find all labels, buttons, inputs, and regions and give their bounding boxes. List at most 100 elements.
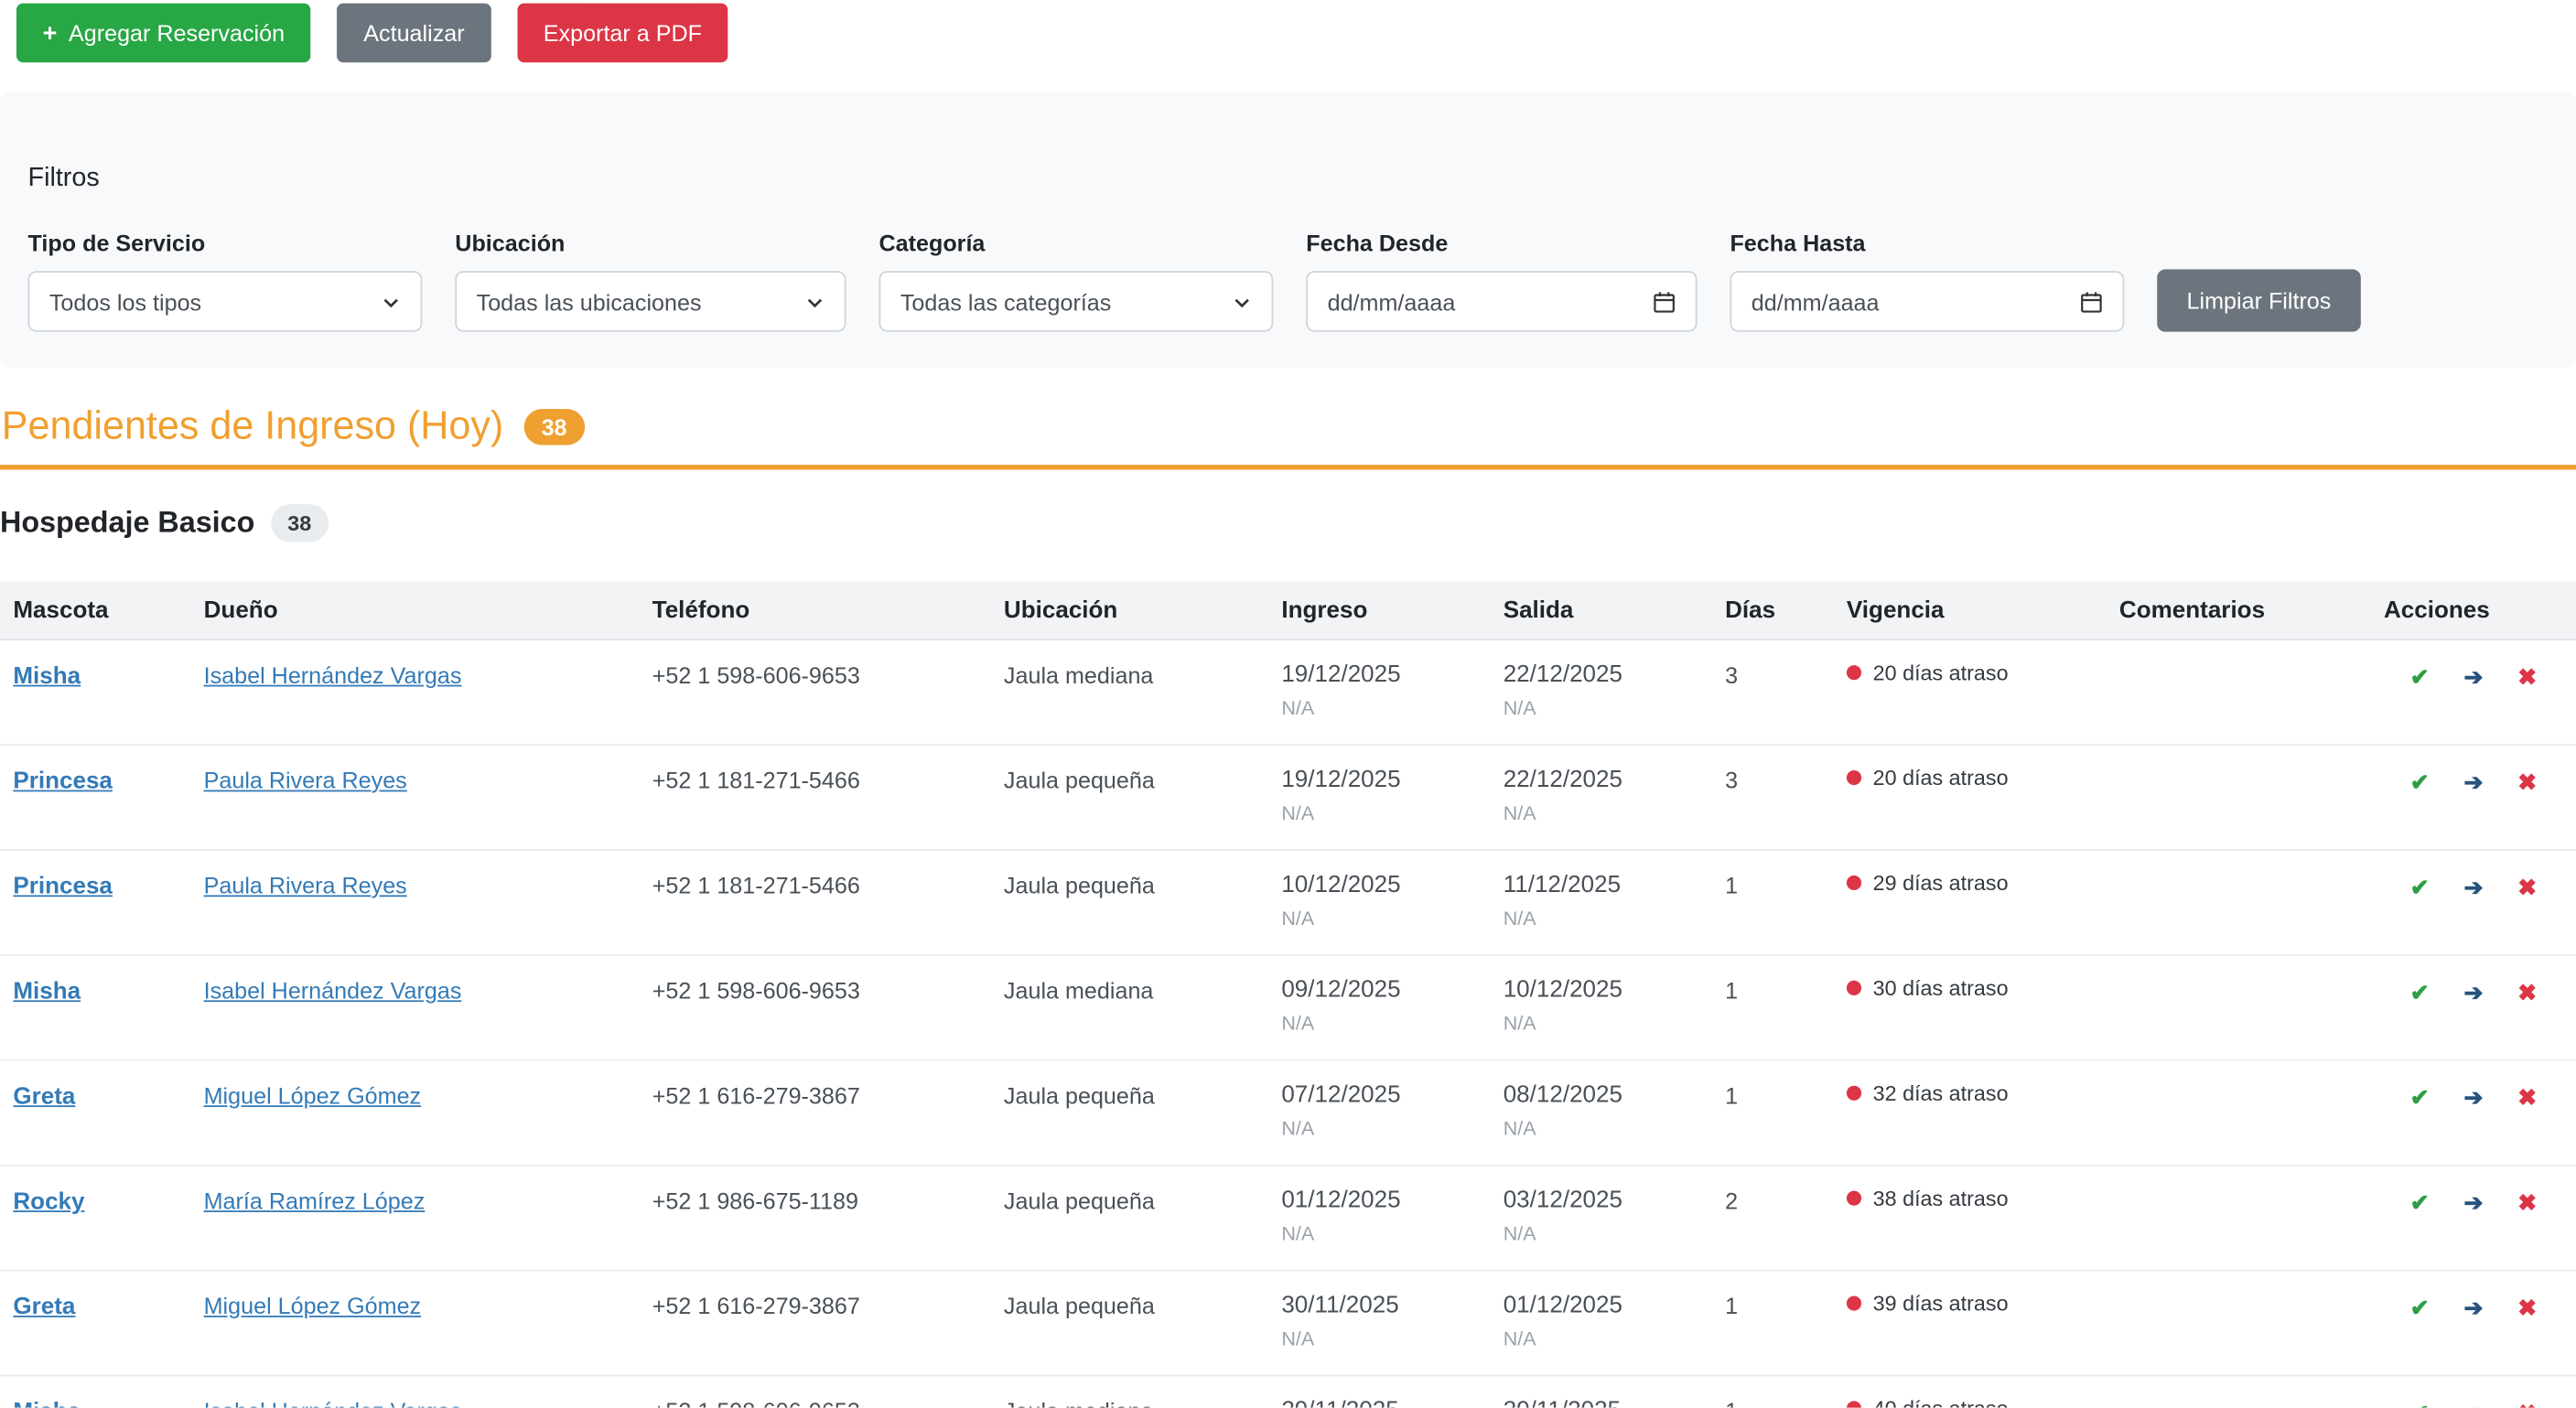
owner-link[interactable]: Paula Rivera Reyes: [204, 872, 407, 898]
comments-cell: [2119, 1272, 2384, 1375]
refresh-button[interactable]: Actualizar: [337, 3, 491, 63]
table-row: Princesa Paula Rivera Reyes +52 1 181-27…: [0, 850, 2576, 956]
cancel-icon[interactable]: ✖: [2517, 981, 2537, 1059]
column-header-dueno: Dueño: [203, 597, 278, 624]
checkout-note: N/A: [1503, 1011, 1536, 1036]
cancel-icon[interactable]: ✖: [2517, 1295, 2537, 1374]
date-from-input[interactable]: dd/mm/aaaa: [1306, 271, 1698, 332]
confirm-icon[interactable]: ✔: [2410, 1401, 2430, 1407]
checkin-date: 09/12/2025: [1281, 977, 1401, 1004]
category-value: Todas las categorías: [900, 288, 1112, 315]
pet-link[interactable]: Greta: [13, 1084, 75, 1111]
export-pdf-button[interactable]: Exportar a PDF: [517, 3, 728, 63]
actions-cell: ✔ ➔ ✖: [2384, 640, 2576, 744]
confirm-icon[interactable]: ✔: [2410, 1295, 2430, 1374]
checkout-date: 03/12/2025: [1503, 1188, 1622, 1214]
group-title: Hospedaje Basico: [0, 505, 255, 539]
vigencia-cell: 32 días atraso: [1846, 1061, 2119, 1105]
filter-label-date-from: Fecha Desde: [1306, 230, 1449, 257]
pet-link[interactable]: Misha: [13, 979, 81, 1005]
pet-link[interactable]: Greta: [13, 1295, 75, 1321]
checkin-date: 19/12/2025: [1281, 767, 1401, 794]
checkin-arrow-icon[interactable]: ➔: [2463, 981, 2483, 1059]
days-cell: 1: [1725, 1376, 1847, 1408]
checkin-date: 30/11/2025: [1281, 1292, 1399, 1319]
pet-link[interactable]: Princesa: [13, 874, 113, 900]
pet-link[interactable]: Misha: [13, 663, 81, 690]
overdue-text: 40 días atraso: [1873, 1396, 2009, 1408]
vigencia-cell: 29 días atraso: [1846, 851, 2119, 895]
calendar-icon[interactable]: [2080, 290, 2103, 313]
confirm-icon[interactable]: ✔: [2410, 981, 2430, 1059]
pet-link[interactable]: Rocky: [13, 1189, 84, 1216]
service-type-select[interactable]: Todos los tipos: [27, 271, 423, 332]
phone-cell: +52 1 181-271-5466: [652, 872, 860, 899]
column-header-salida: Salida: [1503, 597, 1574, 624]
date-to-input[interactable]: dd/mm/aaaa: [1730, 271, 2125, 332]
cancel-icon[interactable]: ✖: [2517, 1086, 2537, 1165]
checkin-arrow-icon[interactable]: ➔: [2463, 770, 2483, 849]
checkin-arrow-icon[interactable]: ➔: [2463, 1191, 2483, 1270]
checkout-date: 01/12/2025: [1503, 1292, 1622, 1319]
days-cell: 1: [1725, 977, 1739, 1004]
vigencia-cell: 30 días atraso: [1846, 956, 2119, 1000]
checkin-note: N/A: [1281, 907, 1315, 930]
cancel-icon[interactable]: ✖: [2517, 665, 2537, 744]
checkout-note: N/A: [1503, 801, 1536, 825]
owner-link[interactable]: Isabel Hernández Vargas: [204, 662, 462, 689]
comments-cell: [2119, 640, 2384, 744]
location-cell: Jaula mediana: [1003, 661, 1154, 689]
checkin-arrow-icon[interactable]: ➔: [2463, 1401, 2483, 1407]
owner-link[interactable]: Isabel Hernández Vargas: [204, 977, 462, 1004]
checkin-arrow-icon[interactable]: ➔: [2463, 665, 2483, 744]
overdue-dot-icon: [1846, 1190, 1862, 1206]
comments-cell: [2119, 1166, 2384, 1270]
table-row: Greta Miguel López Gómez +52 1 616-279-3…: [0, 1271, 2576, 1377]
checkin-arrow-icon[interactable]: ➔: [2463, 1086, 2483, 1165]
phone-cell: +52 1 598-606-9653: [652, 1376, 1004, 1408]
checkin-arrow-icon[interactable]: ➔: [2463, 1295, 2483, 1374]
vigencia-cell: 20 días atraso: [1846, 640, 2119, 685]
actions-cell: ✔ ➔ ✖: [2384, 1166, 2576, 1270]
confirm-icon[interactable]: ✔: [2410, 876, 2430, 954]
pet-link[interactable]: Princesa: [13, 768, 113, 795]
overdue-dot-icon: [1846, 769, 1862, 786]
actions-cell: ✔ ➔ ✖: [2384, 851, 2576, 954]
cancel-icon[interactable]: ✖: [2517, 876, 2537, 954]
overdue-text: 32 días atraso: [1872, 1080, 2009, 1106]
overdue-dot-icon: [1846, 875, 1862, 891]
overdue-text: 20 días atraso: [1872, 765, 2009, 790]
location-select[interactable]: Todas las ubicaciones: [455, 271, 846, 332]
checkin-arrow-icon[interactable]: ➔: [2463, 876, 2483, 954]
calendar-icon[interactable]: [1653, 290, 1676, 313]
cancel-icon[interactable]: ✖: [2517, 770, 2537, 849]
overdue-text: 38 días atraso: [1872, 1186, 2009, 1211]
date-from-placeholder: dd/mm/aaaa: [1327, 288, 1456, 315]
confirm-icon[interactable]: ✔: [2410, 770, 2430, 849]
phone-cell: +52 1 616-279-3867: [652, 1292, 860, 1319]
checkin-date: 01/12/2025: [1281, 1188, 1401, 1214]
confirm-icon[interactable]: ✔: [2410, 665, 2430, 744]
owner-link[interactable]: Miguel López Gómez: [204, 1082, 422, 1109]
clear-filters-button[interactable]: Limpiar Filtros: [2157, 269, 2361, 332]
checkout-date: 10/12/2025: [1503, 977, 1622, 1004]
owner-link[interactable]: María Ramírez López: [204, 1188, 426, 1214]
cancel-icon[interactable]: ✖: [2517, 1191, 2537, 1270]
cancel-icon[interactable]: ✖: [2517, 1401, 2537, 1407]
pet-link[interactable]: Misha: [13, 1400, 81, 1408]
table-row: Rocky María Ramírez López +52 1 986-675-…: [0, 1166, 2576, 1272]
confirm-icon[interactable]: ✔: [2410, 1191, 2430, 1270]
add-reservation-button[interactable]: + Agregar Reservación: [16, 3, 311, 63]
toolbar: + Agregar Reservación Actualizar Exporta…: [0, 0, 2576, 63]
column-header-mascota: Mascota: [13, 597, 109, 624]
owner-link[interactable]: Isabel Hernández Vargas: [204, 1398, 462, 1408]
actions-cell: ✔ ➔ ✖: [2384, 1272, 2576, 1375]
owner-link[interactable]: Paula Rivera Reyes: [204, 767, 407, 793]
owner-link[interactable]: Miguel López Gómez: [204, 1293, 422, 1319]
phone-cell: +52 1 598-606-9653: [652, 977, 860, 1004]
service-type-value: Todos los tipos: [49, 288, 202, 315]
days-cell: 1: [1725, 872, 1739, 899]
category-select[interactable]: Todas las categorías: [878, 271, 1274, 332]
confirm-icon[interactable]: ✔: [2410, 1086, 2430, 1165]
checkout-note: N/A: [1503, 696, 1536, 720]
